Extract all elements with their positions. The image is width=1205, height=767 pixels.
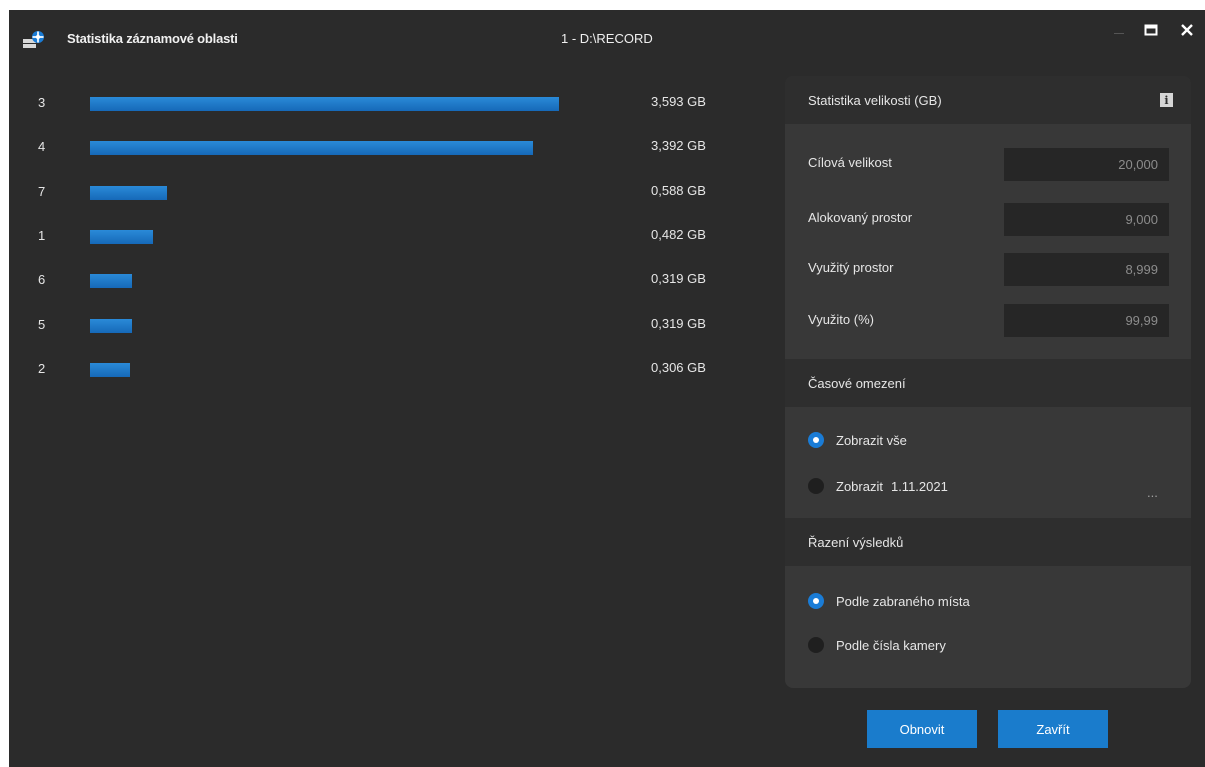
target-size-label: Cílová velikost (808, 155, 892, 170)
statistics-panel: Statistika velikosti (GB) i Cílová velik… (785, 76, 1191, 688)
refresh-button[interactable]: Obnovit (867, 710, 977, 748)
value-label-3: 3,593 GB (651, 94, 706, 109)
value-label-5: 0,319 GB (651, 315, 706, 331)
allocated-space-label: Alokovaný prostor (808, 210, 913, 225)
camera-label-2: 2 (38, 360, 46, 376)
show-all-label: Zobrazit vše (836, 432, 907, 448)
used-percent-field: 99,99 (1004, 304, 1169, 337)
bar-camera-4 (90, 141, 533, 156)
used-space-field: 8,999 (1004, 253, 1169, 286)
camera-label-1: 1 (38, 227, 46, 243)
camera-label-6: 6 (38, 272, 46, 288)
maximize-icon[interactable] (1139, 18, 1163, 42)
bar-camera-2 (90, 362, 130, 377)
value-label-4: 3,392 GB (651, 138, 706, 154)
show-all-option[interactable]: Zobrazit vše (808, 431, 907, 449)
time-limit-header: Časové omezení (785, 359, 1191, 407)
value-label-1: 0,482 GB (651, 226, 706, 242)
sort-by-space-radio[interactable] (808, 593, 824, 609)
used-percent-label: Využito (%) (808, 312, 874, 327)
bar-camera-1 (90, 229, 153, 244)
camera-label-3: 3 (38, 95, 46, 110)
close-icon[interactable] (1175, 18, 1199, 42)
bar-camera-5 (90, 318, 132, 333)
used-space-label: Využitý prostor (808, 260, 894, 275)
value-label-7: 0,588 GB (651, 182, 706, 198)
sort-by-camera-option[interactable]: Podle čísla kamery (808, 636, 946, 654)
bar-camera-3 (90, 97, 559, 111)
minimize-icon[interactable] (1107, 18, 1131, 42)
value-label-2: 0,306 GB (651, 359, 706, 375)
bar-camera-6 (90, 274, 132, 289)
date-value: 1.11.2021 (890, 478, 948, 494)
sort-by-camera-label: Podle čísla kamery (836, 637, 946, 653)
date-picker-button[interactable]: ... (1147, 485, 1158, 500)
sort-by-camera-radio[interactable] (808, 637, 824, 653)
sort-by-space-label: Podle zabraného místa (836, 593, 970, 609)
show-from-date-radio[interactable] (808, 478, 824, 494)
target-size-field: 20,000 (1004, 148, 1169, 181)
size-stats-title: Statistika velikosti (GB) (808, 92, 942, 108)
usage-chart: 3 3,593 GB 4 3,392 GB 7 0,588 GB 1 0,482 GB 6 0,3… (9, 10, 769, 410)
bar-camera-7 (90, 185, 167, 200)
camera-label-4: 4 (38, 139, 46, 155)
sort-by-space-option[interactable]: Podle zabraného místa (808, 592, 970, 610)
info-icon[interactable]: i (1160, 93, 1173, 107)
camera-label-5: 5 (38, 316, 46, 332)
time-limit-title: Časové omezení (808, 375, 906, 391)
show-all-radio[interactable] (808, 432, 824, 448)
sort-title: Řazení výsledků (808, 534, 904, 550)
show-from-date-option[interactable]: Zobrazit 1.11.2021 (808, 477, 948, 495)
allocated-space-field: 9,000 (1004, 203, 1169, 236)
statistics-window: Statistika záznamové oblasti 1 - D:\RECO… (9, 10, 1205, 767)
close-button[interactable]: Zavřít (998, 710, 1108, 748)
show-from-date-label: Zobrazit (836, 478, 883, 494)
value-label-6: 0,319 GB (651, 271, 706, 287)
sort-header: Řazení výsledků (785, 518, 1191, 566)
camera-label-7: 7 (38, 183, 46, 199)
size-stats-header: Statistika velikosti (GB) i (785, 76, 1191, 124)
